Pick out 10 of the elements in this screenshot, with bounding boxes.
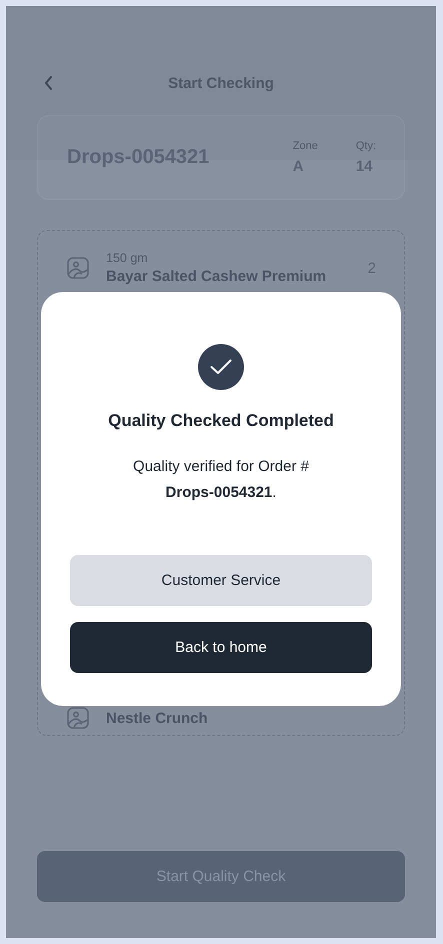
- image-icon: [67, 257, 89, 279]
- item-name: Nestle Crunch: [106, 710, 209, 726]
- image-icon: [67, 707, 89, 729]
- dialog-message: Quality verified for Order # Drops-0054321.: [132, 457, 310, 503]
- dialog-title: Quality Checked Completed: [108, 410, 334, 432]
- back-icon[interactable]: [44, 76, 54, 90]
- customer-service-button[interactable]: Customer Service: [70, 555, 372, 606]
- success-check-icon: [198, 344, 244, 390]
- item-name: Bayar Salted Cashew Premium: [106, 268, 328, 285]
- back-to-home-button[interactable]: Back to home: [70, 622, 372, 673]
